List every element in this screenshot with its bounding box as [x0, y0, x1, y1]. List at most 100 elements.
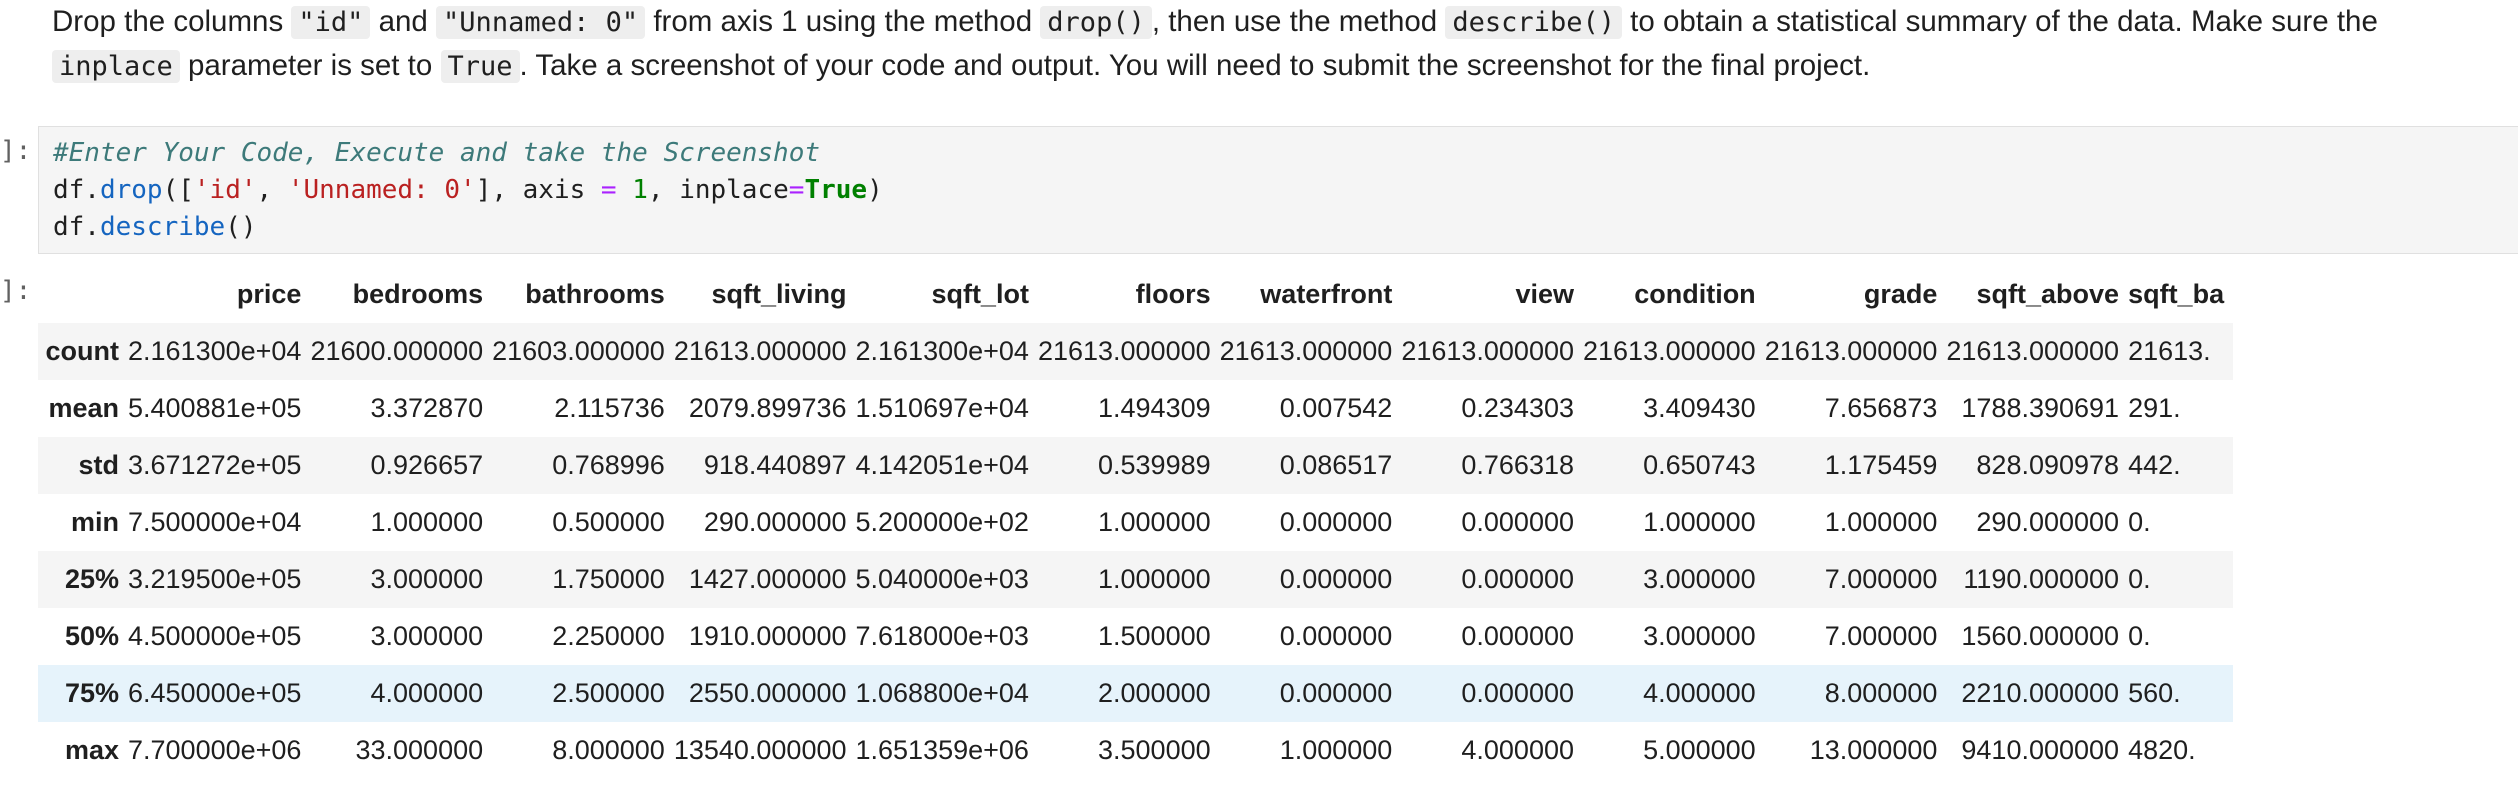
- code-token: df.: [53, 175, 100, 205]
- table-row: count 2.161300e+04 21600.000000 21603.00000…: [38, 323, 2234, 380]
- code-cell-editor[interactable]: #Enter Your Code, Execute and take the S…: [38, 126, 2518, 254]
- column-header: floors: [1135, 279, 1211, 309]
- table-cell: 0.500000: [552, 507, 665, 537]
- table-cell: 4.000000: [1643, 678, 1756, 708]
- table-cell: 1.000000: [1098, 507, 1211, 537]
- table-cell: 0.000000: [1461, 507, 1574, 537]
- table-cell: 2210.000000: [1961, 678, 2120, 708]
- table-cell: 4820.: [2128, 735, 2196, 765]
- table-cell: 0.007542: [1279, 393, 1393, 423]
- table-cell: 7.500000e+04: [128, 507, 302, 537]
- table-cell: 3.000000: [1643, 564, 1756, 594]
- table-cell: 3.671272e+05: [128, 450, 302, 480]
- table-cell: 2550.000000: [688, 678, 847, 708]
- code-token: ([: [162, 175, 194, 205]
- table-cell: 0.650743: [1643, 450, 1756, 480]
- table-cell: 1.651359e+06: [855, 735, 1029, 765]
- instruction-text: . Take a screenshot of your code and out…: [519, 49, 1871, 82]
- code-lines[interactable]: #Enter Your Code, Execute and take the S…: [53, 135, 883, 246]
- table-cell: 1560.000000: [1961, 621, 2120, 651]
- table-row: 50% 4.500000e+05 3.000000 2.250000 1910.0000…: [38, 608, 2234, 665]
- code-line: df.describe(): [53, 209, 883, 246]
- code-token: ], axis: [475, 175, 601, 205]
- table-cell: 5.400881e+05: [128, 393, 302, 423]
- table-cell: 3.372870: [370, 393, 484, 423]
- table-cell: 1190.000000: [1963, 564, 2120, 594]
- table-cell: 4.500000e+05: [128, 621, 302, 651]
- code-token: describe: [99, 212, 226, 242]
- inline-code: "Unnamed: 0": [436, 6, 646, 39]
- table-cell: 7.656873: [1824, 393, 1938, 423]
- table-cell: 13.000000: [1809, 735, 1938, 765]
- table-cell: 21613.: [2128, 336, 2211, 366]
- table-cell: 2079.899736: [688, 393, 847, 423]
- code-token: #Enter Your Code, Execute and take the S…: [53, 138, 821, 168]
- table-cell: 0.000000: [1279, 564, 1393, 594]
- table-cell: 21613.000000: [1401, 336, 1574, 366]
- table-cell: 9410.000000: [1961, 735, 2120, 765]
- table-cell: 21613.000000: [1219, 336, 1393, 366]
- code-cell-prompt: ]:: [0, 136, 32, 166]
- instruction-text: Drop the columns: [52, 5, 292, 38]
- row-index-label: max: [64, 735, 119, 765]
- table-cell: 33.000000: [355, 735, 484, 765]
- inline-code: describe(): [1445, 6, 1622, 39]
- table-row: 25% 3.219500e+05 3.000000 1.750000 1427.0000…: [38, 551, 2234, 608]
- table-cell: 2.250000: [552, 621, 665, 651]
- table-cell: 21613.000000: [1583, 336, 1756, 366]
- row-index-label: count: [45, 336, 120, 366]
- table-cell: 5.040000e+03: [855, 564, 1029, 594]
- table-cell: 7.618000e+03: [855, 621, 1029, 651]
- code-token: drop: [99, 175, 163, 205]
- instruction-line-2: inplace parameter is set to True. Take a…: [52, 44, 2492, 88]
- table-cell: 21613.000000: [673, 336, 847, 366]
- table-row: max 7.700000e+06 33.000000 8.000000 13540.00…: [38, 722, 2234, 779]
- table-cell: 13540.000000: [673, 735, 847, 765]
- table-cell: 0.000000: [1461, 621, 1574, 651]
- code-line: #Enter Your Code, Execute and take the S…: [53, 135, 883, 172]
- table-cell: 2.161300e+04: [128, 336, 302, 366]
- table-cell: 0.000000: [1461, 678, 1574, 708]
- code-token: (): [225, 212, 257, 242]
- table-cell: 0.539989: [1098, 450, 1211, 480]
- table-cell: 0.: [2128, 621, 2151, 651]
- table-cell: 1.068800e+04: [855, 678, 1029, 708]
- table-row: std 3.671272e+05 0.926657 0.768996 918.44089…: [38, 437, 2234, 494]
- table-cell: 3.409430: [1643, 393, 1756, 423]
- table-cell: 21603.000000: [492, 336, 665, 366]
- table-cell: 1.175459: [1824, 450, 1938, 480]
- row-index-label: mean: [48, 393, 119, 423]
- table-cell: 0.000000: [1279, 621, 1393, 651]
- row-index-label: std: [78, 450, 120, 480]
- inline-code: "id": [291, 6, 371, 39]
- code-token: , inplace: [647, 175, 789, 205]
- table-cell: 0.766318: [1461, 450, 1574, 480]
- column-header: bedrooms: [352, 279, 484, 309]
- markdown-instruction: Drop the columns "id" and "Unnamed: 0" f…: [52, 0, 2492, 88]
- column-header: condition: [1634, 279, 1756, 309]
- code-token: True: [804, 175, 868, 205]
- table-cell: 290.000000: [703, 507, 847, 537]
- table-cell: 4.000000: [1461, 735, 1574, 765]
- table-cell: 0.000000: [1279, 678, 1393, 708]
- table-row: min 7.500000e+04 1.000000 0.500000 290.00000…: [38, 494, 2234, 551]
- table-cell: 5.200000e+02: [855, 507, 1029, 537]
- code-line: df.drop(['id', 'Unnamed: 0'], axis = 1, …: [53, 172, 883, 209]
- table-cell: 6.450000e+05: [128, 678, 302, 708]
- table-cell: 4.142051e+04: [855, 450, 1029, 480]
- table-cell: 7.700000e+06: [128, 735, 302, 765]
- table-cell: 0.: [2128, 564, 2151, 594]
- column-header: waterfront: [1260, 279, 1393, 309]
- table-row: 75% 6.450000e+05 4.000000 2.500000 2550.0000…: [38, 665, 2234, 722]
- column-header: sqft_above: [1976, 279, 2120, 309]
- table-cell: 4.000000: [370, 678, 484, 708]
- table-row: mean 5.400881e+05 3.372870 2.115736 2079.899…: [38, 380, 2234, 437]
- index-header: [38, 266, 128, 323]
- table-cell: 0.768996: [552, 450, 665, 480]
- table-cell: 21600.000000: [310, 336, 484, 366]
- table-cell: 1.510697e+04: [855, 393, 1029, 423]
- table-cell: 7.000000: [1824, 564, 1938, 594]
- describe-output-table: price bedrooms bathrooms sqft_living sqft_lo…: [38, 266, 2234, 779]
- instruction-text: parameter is set to: [179, 49, 441, 82]
